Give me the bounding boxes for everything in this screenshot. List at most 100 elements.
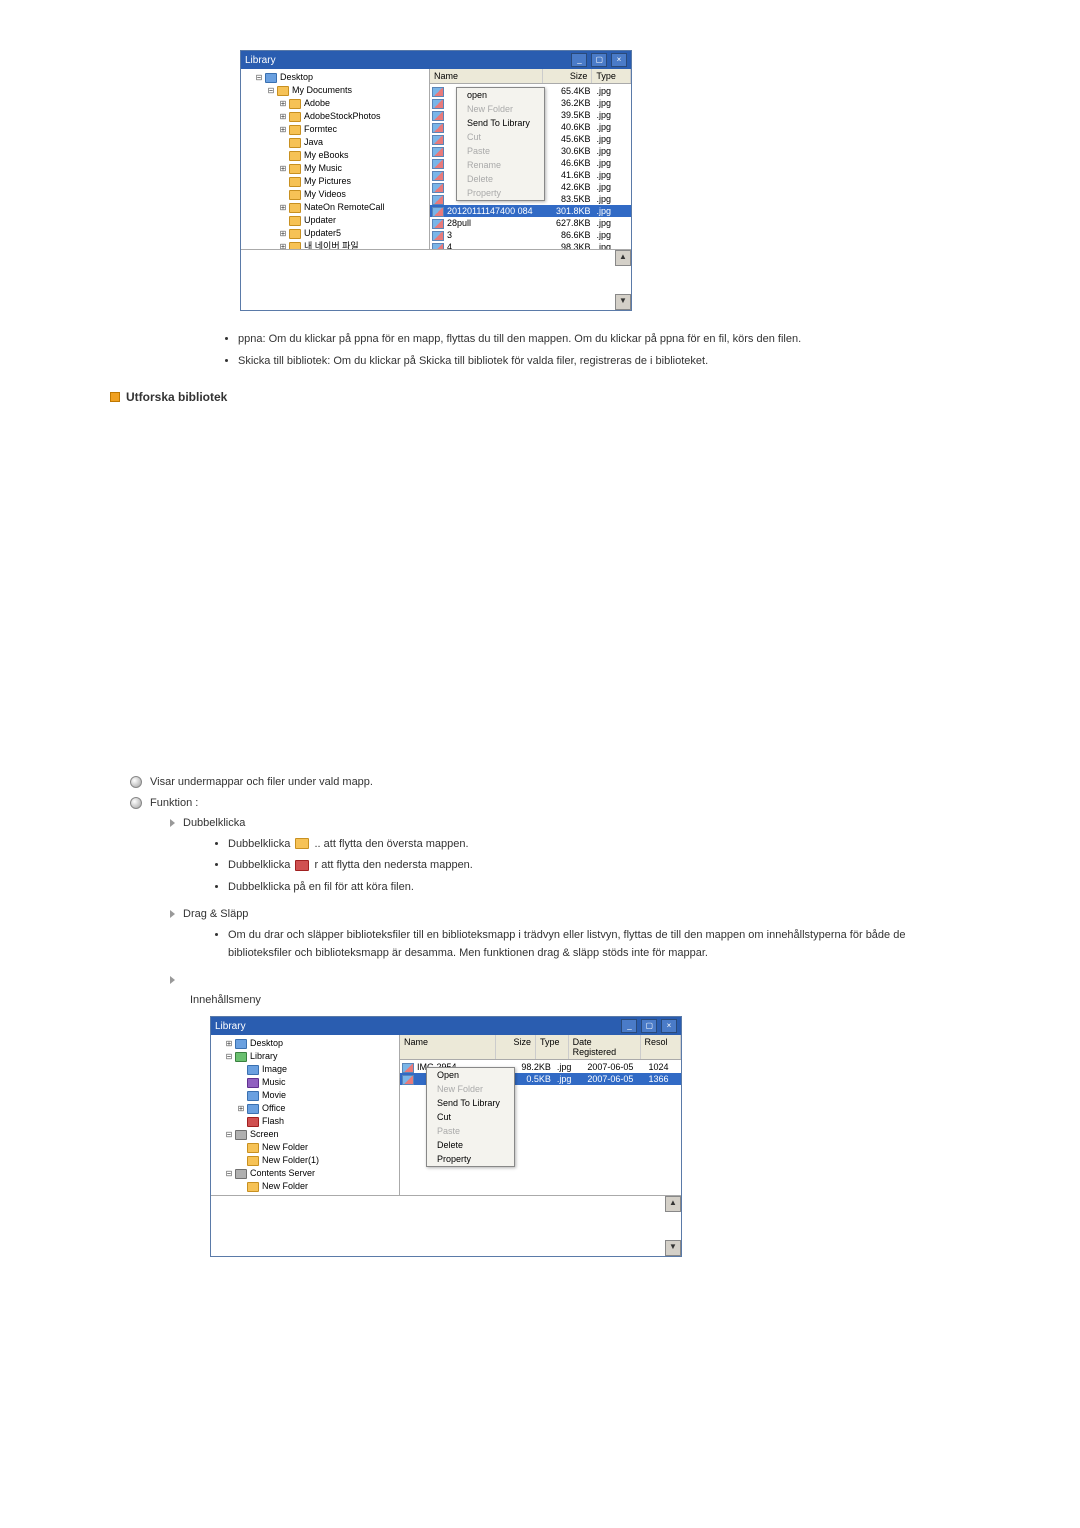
tree-node[interactable]: Music <box>215 1076 395 1089</box>
titlebar: Library _ ▢ × <box>241 51 631 69</box>
folder-icon <box>247 1065 259 1075</box>
folder-icon <box>235 1169 247 1179</box>
tree-node[interactable]: ⊞Formtec <box>245 123 425 136</box>
menu-item[interactable]: Send To Library <box>427 1096 514 1110</box>
list-header: Name Size Type <box>430 69 631 84</box>
tree-node[interactable]: New Folder <box>215 1180 395 1193</box>
minimize-icon[interactable]: _ <box>571 53 587 67</box>
col-type[interactable]: Type <box>592 69 631 83</box>
tree-node[interactable]: ⊟Library <box>215 1050 395 1063</box>
tree-node[interactable]: ⊞NateOn RemoteCall <box>245 201 425 214</box>
list-row[interactable]: 28pull627.8KB.jpg <box>430 217 631 229</box>
context-menu[interactable]: openNew FolderSend To LibraryCutPasteRen… <box>456 87 545 201</box>
circle-bullet-icon <box>130 776 142 788</box>
menu-item[interactable]: Open <box>427 1068 514 1082</box>
triangle-bullet-icon <box>170 910 175 918</box>
folder-icon <box>289 125 301 135</box>
scroll-up-icon[interactable]: ▲ <box>615 250 631 266</box>
menu-item[interactable]: Cut <box>427 1110 514 1124</box>
menu-item[interactable]: Send To Library <box>457 116 544 130</box>
tree-node[interactable]: ⊟Screen <box>215 1128 395 1141</box>
tree-node[interactable]: Flash <box>215 1115 395 1128</box>
col-name[interactable]: Name <box>430 69 543 83</box>
tree-node[interactable]: New Folder <box>215 1141 395 1154</box>
window-title: Library <box>215 1021 246 1032</box>
scroll-down-icon[interactable]: ▼ <box>665 1240 681 1256</box>
folder-icon <box>235 1039 247 1049</box>
titlebar: Library _ ▢ × <box>211 1017 681 1035</box>
folder-icon <box>247 1156 259 1166</box>
folder-icon <box>289 177 301 187</box>
list-row[interactable]: 386.6KB.jpg <box>430 229 631 241</box>
tree-node[interactable]: Java <box>245 136 425 149</box>
col-date[interactable]: Date Registered <box>569 1035 641 1059</box>
maximize-icon[interactable]: ▢ <box>591 53 607 67</box>
tree-node[interactable]: ⊞Office <box>215 1102 395 1115</box>
col-size[interactable]: Size <box>543 69 593 83</box>
col-resol[interactable]: Resol <box>641 1035 681 1059</box>
section-heading: Utforska bibliotek <box>110 390 970 404</box>
bullet-open: ppna: Om du klickar på ppna för en mapp,… <box>238 331 900 349</box>
folder-icon <box>289 164 301 174</box>
tree-node[interactable]: ⊞내 네이버 파일 <box>245 240 425 249</box>
tree-node[interactable]: ⊞Desktop <box>215 1037 395 1050</box>
folder-icon <box>247 1182 259 1192</box>
menu-item[interactable]: open <box>457 88 544 102</box>
note-function: Funktion : <box>150 795 198 812</box>
col-type[interactable]: Type <box>536 1035 569 1059</box>
scroll-up-icon[interactable]: ▲ <box>665 1196 681 1212</box>
tree-node[interactable]: ⊟Desktop <box>245 71 425 84</box>
tree-node[interactable]: ⊟Contents Server <box>215 1167 395 1180</box>
tree-node[interactable]: Updater <box>245 214 425 227</box>
menu-item: New Folder <box>427 1082 514 1096</box>
doc-text-1: ppna: Om du klickar på ppna för en mapp,… <box>220 331 900 370</box>
menu-item[interactable]: Property <box>427 1152 514 1166</box>
file-list[interactable]: Name Size Type 65.4KB.jpg36.2KB.jpg39.5K… <box>430 69 631 249</box>
tree-node[interactable]: New Folder(1) <box>215 1154 395 1167</box>
menu-item: Rename <box>457 158 544 172</box>
menu-item[interactable]: Delete <box>427 1138 514 1152</box>
scroll-down-icon[interactable]: ▼ <box>615 294 631 310</box>
image-icon <box>432 183 444 193</box>
list-row[interactable]: 20120111147400 084301.8KB.jpg <box>430 205 631 217</box>
tree-node[interactable]: My eBooks <box>245 149 425 162</box>
minimize-icon[interactable]: _ <box>621 1019 637 1033</box>
tree-node[interactable]: My Pictures <box>245 175 425 188</box>
file-list[interactable]: Name Size Type Date Registered Resol IMG… <box>400 1035 681 1195</box>
note-shows-subfolders: Visar undermappar och filer under vald m… <box>150 774 373 791</box>
folder-icon <box>289 151 301 161</box>
maximize-icon[interactable]: ▢ <box>641 1019 657 1033</box>
tree-node[interactable]: ⊞My Music <box>245 162 425 175</box>
folder-icon <box>235 1130 247 1140</box>
list-row[interactable]: 498.3KB.jpg <box>430 241 631 249</box>
tree-node[interactable]: Image <box>215 1063 395 1076</box>
window-title: Library <box>245 55 276 66</box>
tree-node[interactable]: ⊞Updater5 <box>245 227 425 240</box>
tree-node[interactable]: ⊞AdobeStockPhotos <box>245 110 425 123</box>
tree-node[interactable]: Movie <box>215 1089 395 1102</box>
col-size[interactable]: Size <box>496 1035 536 1059</box>
folder-icon <box>247 1104 259 1114</box>
close-icon[interactable]: × <box>611 53 627 67</box>
menu-item: Delete <box>457 172 544 186</box>
folder-tree[interactable]: ⊞Desktop⊟LibraryImageMusicMovie⊞OfficeFl… <box>211 1035 400 1195</box>
tree-node[interactable]: ⊟My Documents <box>245 84 425 97</box>
image-icon <box>432 195 444 205</box>
subnote-doubleclick: Dubbelklicka <box>183 815 245 832</box>
library-window-2: Library _ ▢ × ⊞Desktop⊟LibraryImageMusic… <box>210 1016 682 1257</box>
subnote-contextmenu: Innehållsmeny <box>190 994 261 1006</box>
folder-icon <box>247 1078 259 1088</box>
folder-icon <box>277 86 289 96</box>
context-menu[interactable]: OpenNew FolderSend To LibraryCutPasteDel… <box>426 1067 515 1167</box>
image-icon <box>432 147 444 157</box>
window-controls: _ ▢ × <box>620 1019 677 1033</box>
folder-icon <box>265 73 277 83</box>
tree-node[interactable]: My Videos <box>245 188 425 201</box>
folder-icon <box>247 1117 259 1127</box>
tree-node[interactable]: ⊞Adobe <box>245 97 425 110</box>
square-bullet-icon <box>110 392 120 402</box>
folder-tree[interactable]: ⊟Desktop⊟My Documents⊞Adobe⊞AdobeStockPh… <box>241 69 430 249</box>
image-icon <box>432 207 444 217</box>
close-icon[interactable]: × <box>661 1019 677 1033</box>
col-name[interactable]: Name <box>400 1035 496 1059</box>
